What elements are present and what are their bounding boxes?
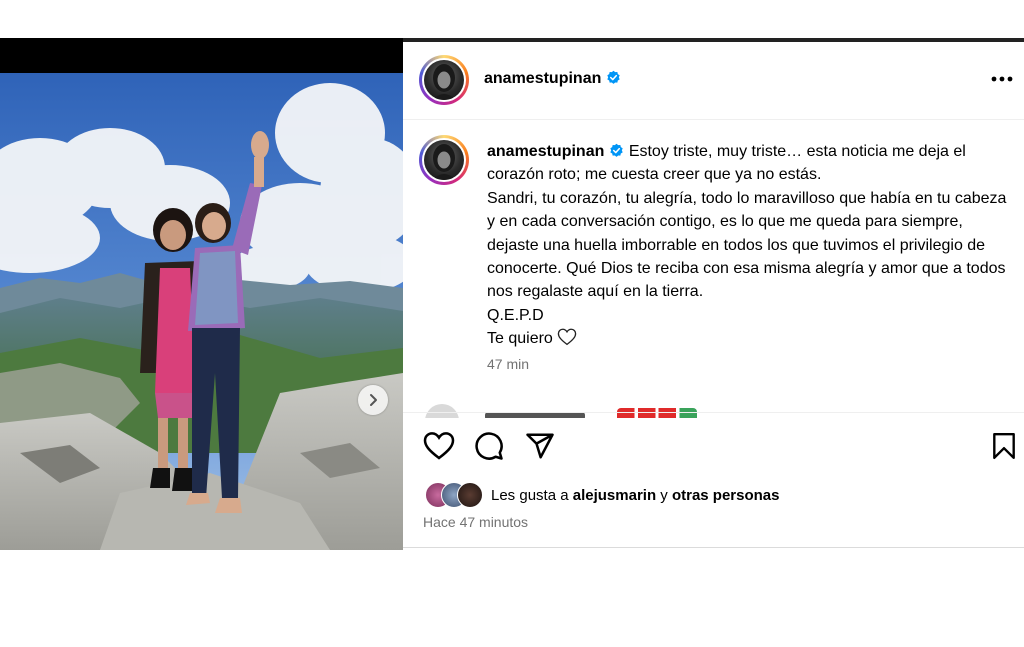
post-timestamp[interactable]: Hace 47 minutos [423, 514, 528, 530]
post-media[interactable] [0, 73, 403, 550]
like-button[interactable] [423, 431, 455, 466]
heart-icon [423, 432, 455, 460]
caption-line-2: Sandri, tu corazón, tu alegría, todo lo … [487, 189, 1007, 301]
header-user: anamestupinan [484, 70, 621, 88]
more-options-button[interactable] [991, 70, 1013, 82]
send-icon [526, 433, 554, 459]
comment-icon [475, 432, 503, 460]
avatar [424, 60, 464, 100]
comment-button[interactable] [474, 431, 504, 466]
avatar-portrait [432, 64, 456, 100]
caption-paragraph: anamestupinan Estoy triste, muy triste… … [487, 140, 1007, 187]
caption-avatar[interactable] [419, 135, 469, 185]
header-username[interactable]: anamestupinan [484, 70, 601, 87]
next-photo-button[interactable] [358, 385, 388, 415]
avatar-portrait [432, 144, 456, 180]
likes-connector: y [660, 486, 668, 504]
liker-username[interactable]: alejusmarin [573, 487, 656, 504]
avatar [425, 404, 459, 418]
caption-line-3: Q.E.P.D [487, 306, 544, 324]
post-photo [0, 73, 403, 550]
bookmark-icon [993, 432, 1015, 460]
post-panel: anamestupinan anamestupinan Estoy triste… [403, 42, 1024, 548]
save-button[interactable] [991, 432, 1017, 465]
next-comment-preview [425, 404, 1005, 418]
post-caption: anamestupinan Estoy triste, muy triste… … [487, 140, 1007, 351]
likes-summary: Les gusta a alejusmarin y otras personas [425, 482, 780, 508]
share-button[interactable] [525, 431, 555, 466]
avatar-border [422, 138, 466, 182]
heart-emojis-cut [617, 408, 697, 418]
avatar [457, 482, 483, 508]
media-top-bar [0, 38, 403, 73]
chevron-right-icon [370, 394, 377, 406]
other-likers-link[interactable]: otras personas [672, 487, 780, 504]
liker-avatars [425, 482, 491, 508]
caption-line-4: Te quiero [487, 327, 1007, 350]
caption-te-quiero: Te quiero [487, 330, 553, 348]
verified-badge-icon [607, 70, 621, 84]
verified-badge-icon [610, 143, 624, 157]
caption-time: 47 min [487, 356, 530, 372]
white-heart-emoji-icon [558, 328, 577, 346]
likes-prefix: Les gusta a [491, 486, 569, 504]
panel-bottom-border [403, 547, 1024, 548]
header-divider [403, 119, 1024, 120]
avatar-border [422, 58, 466, 102]
actions-divider [403, 412, 1024, 413]
avatar [424, 140, 464, 180]
more-options-icon [991, 76, 1013, 82]
caption-username[interactable]: anamestupinan [487, 143, 604, 160]
header-avatar[interactable] [419, 55, 469, 105]
